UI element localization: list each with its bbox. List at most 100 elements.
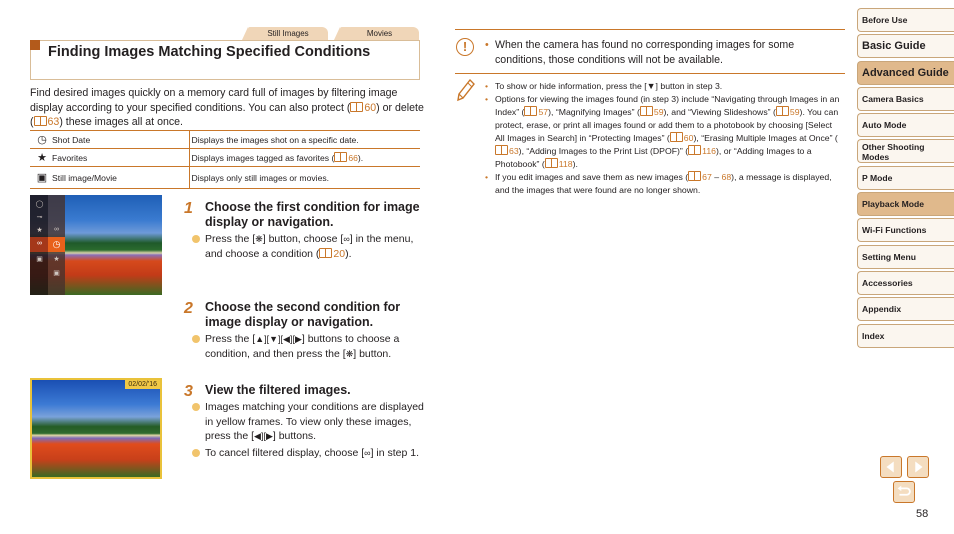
page-ref-link[interactable]: 63 xyxy=(495,145,519,156)
table-row: ◷ Shot Date Displays the images shot on a… xyxy=(30,130,420,149)
sidebar-item-playback-mode[interactable]: Playback Mode xyxy=(857,192,954,217)
page-ref-link[interactable]: 118 xyxy=(544,158,573,169)
conditions-table: ◷ Shot Date Displays the images shot on a… xyxy=(30,130,420,189)
step-3: 3 View the filtered images. Images match… xyxy=(184,383,424,460)
page-ref-link[interactable]: 68 xyxy=(722,172,732,182)
return-arrow-icon xyxy=(897,485,911,496)
divider xyxy=(455,29,845,30)
divider xyxy=(455,73,845,74)
note-item: To show or hide information, press the [… xyxy=(485,80,840,93)
book-icon xyxy=(319,247,333,258)
cancel-filter-icon: ∞ xyxy=(54,226,59,233)
clock-icon: ◷ xyxy=(37,134,47,146)
page-number: 58 xyxy=(916,508,929,520)
sidebar-item-before-use[interactable]: Before Use xyxy=(857,8,954,32)
sidebar-item-advanced-guide[interactable]: Advanced Guide xyxy=(857,60,954,85)
sidebar-nav: Before Use Basic Guide Advanced Guide Ca… xyxy=(857,8,954,350)
pencil-icon xyxy=(457,78,475,102)
book-icon xyxy=(350,101,364,112)
still-movie-icon: ▣ xyxy=(36,172,48,184)
step-bullet: Press the [▲][▼][◀][▶] buttons to choose… xyxy=(192,332,424,361)
step-bullet: Images matching your conditions are disp… xyxy=(192,401,424,442)
book-icon xyxy=(334,152,348,162)
arrow-keys-icon: ▲][▼][◀][▶ xyxy=(255,334,302,344)
sidebar-item-appendix[interactable]: Appendix xyxy=(857,297,954,322)
page-ref-link[interactable]: 20 xyxy=(319,247,345,260)
page-ref-link[interactable]: 59 xyxy=(775,106,800,117)
star-icon: ★ xyxy=(37,152,47,164)
star-icon: ★ xyxy=(53,256,60,263)
step-title: Choose the second condition for image di… xyxy=(205,300,401,329)
left-right-keys-icon: ◀][▶ xyxy=(254,431,273,441)
condition-name: Still image/Movie xyxy=(52,173,117,183)
step-title: Choose the first condition for image dis… xyxy=(205,200,420,229)
previous-page-button[interactable] xyxy=(880,456,902,478)
condition-description: Displays images tagged as favorites ( xyxy=(191,153,335,163)
sidebar-item-p-mode[interactable]: P Mode xyxy=(857,165,954,190)
step-2: 2 Choose the second condition for image … xyxy=(184,300,424,361)
tab-movies: Movies xyxy=(334,27,419,40)
next-page-button[interactable] xyxy=(907,456,929,478)
still-movie-icon: ▣ xyxy=(53,270,60,277)
step-1: 1 Choose the first condition for image d… xyxy=(184,200,424,261)
page-title: Finding Images Matching Specified Condit… xyxy=(48,44,371,60)
sidebar-item-wifi-functions[interactable]: Wi-Fi Functions xyxy=(857,218,954,243)
sidebar-item-basic-guide[interactable]: Basic Guide xyxy=(857,34,954,59)
page-ref-link[interactable]: 60 xyxy=(350,101,376,114)
book-icon xyxy=(524,106,538,116)
tab-still-images: Still Images xyxy=(242,27,328,40)
protect-icon: ◯ xyxy=(35,201,44,208)
note-item: If you edit images and save them as new … xyxy=(485,171,840,197)
page-ref-link[interactable]: 60 xyxy=(669,132,693,143)
sidebar-item-accessories[interactable]: Accessories xyxy=(857,270,954,295)
triangle-left-icon xyxy=(886,461,894,473)
sidebar-item-index[interactable]: Index xyxy=(857,323,954,348)
star-icon: ★ xyxy=(36,227,43,234)
sidebar-item-auto-mode[interactable]: Auto Mode xyxy=(857,113,954,138)
condition-name: Favorites xyxy=(52,153,88,163)
caution-note: When the camera has found no correspondi… xyxy=(485,38,825,67)
page-ref-link[interactable]: 67 xyxy=(688,171,712,182)
book-icon xyxy=(775,106,789,116)
sidebar-item-setting-menu[interactable]: Setting Menu xyxy=(857,244,954,269)
return-button[interactable] xyxy=(893,481,915,503)
camera-menu-screenshot: ◯ ⊸ ★ ∞ ▣ ∞ ◷ ★ ▣ xyxy=(30,195,162,295)
page-ref-link[interactable]: 66 xyxy=(334,152,358,163)
condition-name: Shot Date xyxy=(52,135,91,145)
table-row: ★ Favorites Displays images tagged as fav… xyxy=(30,148,420,167)
book-icon xyxy=(639,106,653,116)
intro-text: Find desired images quickly on a memory … xyxy=(30,87,398,114)
page-ref-link[interactable]: 63 xyxy=(33,116,59,128)
note-item: Options for viewing the images found (in… xyxy=(485,93,840,171)
step-title: View the filtered images. xyxy=(205,383,351,397)
slideshow-icon: ▣ xyxy=(36,256,43,263)
triangle-right-icon xyxy=(915,461,923,473)
page-ref-link[interactable]: 59 xyxy=(639,106,664,117)
sidebar-item-camera-basics[interactable]: Camera Basics xyxy=(857,86,954,111)
sidebar-item-other-shooting-modes[interactable]: Other Shooting Modes xyxy=(857,139,954,164)
book-icon xyxy=(688,171,702,181)
func-set-icon: ❋ xyxy=(255,234,263,244)
binoculars-icon: ∞ xyxy=(37,240,42,247)
heading-square-icon xyxy=(30,40,40,50)
key-icon: ⊸ xyxy=(36,214,43,221)
book-icon xyxy=(495,145,508,155)
caution-icon: ! xyxy=(456,38,474,56)
step-number: 2 xyxy=(184,300,193,317)
notes-list: To show or hide information, press the [… xyxy=(485,80,840,197)
table-row: ▣ Still image/Movie Displays only still i… xyxy=(30,166,420,189)
condition-description: Displays the images shot on a specific d… xyxy=(191,134,359,145)
step-number: 3 xyxy=(184,383,193,400)
date-overlay: 02/02/'16 xyxy=(125,380,160,389)
intro-paragraph: Find desired images quickly on a memory … xyxy=(30,86,425,130)
book-icon xyxy=(33,116,47,126)
book-icon xyxy=(688,145,702,155)
book-icon xyxy=(544,158,558,168)
page-ref-link[interactable]: 116 xyxy=(688,145,716,156)
down-button-icon: ▼ xyxy=(646,81,656,91)
book-icon xyxy=(669,132,683,142)
page-ref-link[interactable]: 57 xyxy=(524,106,548,117)
step-bullet: To cancel filtered display, choose [∞] i… xyxy=(192,446,424,461)
clock-icon: ◷ xyxy=(52,239,61,249)
condition-description: Displays only still images or movies. xyxy=(191,172,330,183)
